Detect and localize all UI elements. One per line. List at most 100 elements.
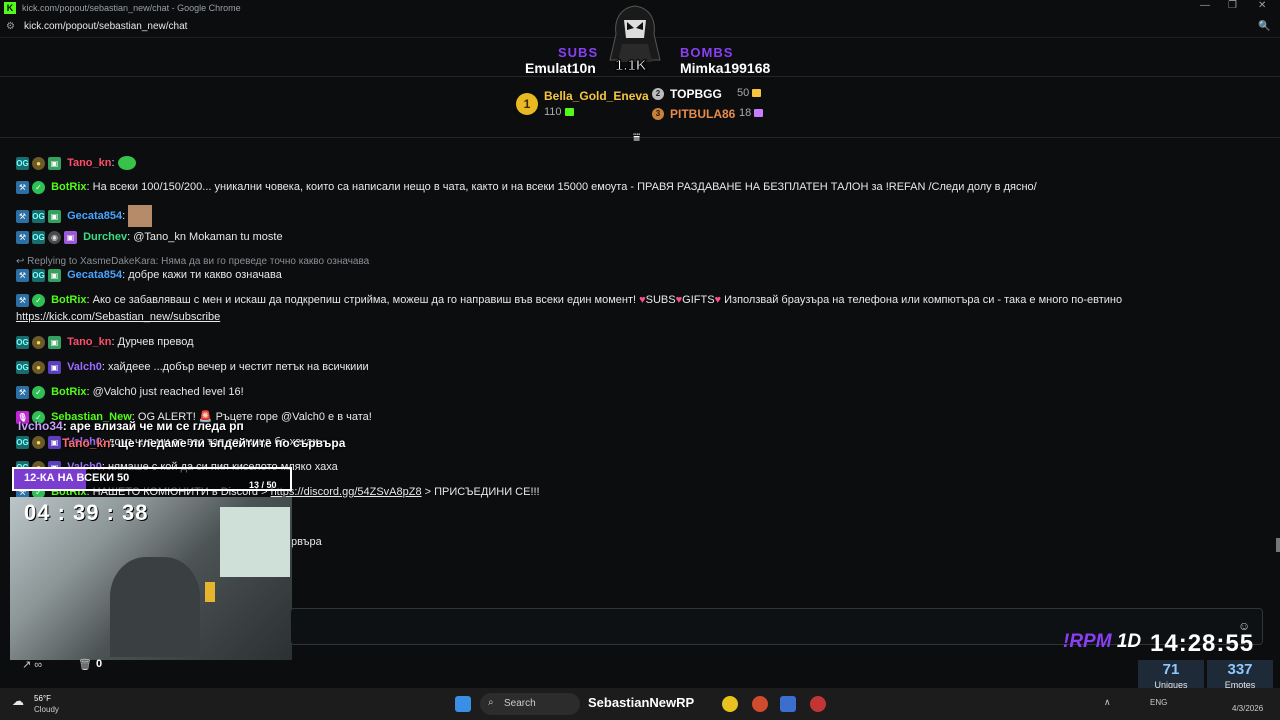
verified-bot-badge-icon: ✓ (32, 293, 45, 307)
collapse-chevron-icon[interactable]: ⩸ (633, 130, 640, 145)
sub-goal-bar: 12-КА НА ВСЕКИ 50 13 / 50 (12, 467, 292, 491)
moderator-badge-icon: ⚒ (16, 385, 29, 399)
chat-text: Използвай браузъра на телефона или компю… (724, 294, 1123, 306)
chat-message: OG ● ▣ Tano_kn: (16, 156, 136, 171)
bombs-label: BOMBS (680, 45, 734, 60)
moderator-badge-icon: ⚒ (16, 268, 29, 282)
rpm-command: !RPM 1D (1063, 631, 1142, 652)
url-text[interactable]: kick.com/popout/sebastian_new/chat (24, 21, 187, 32)
language-indicator[interactable]: ENG (1150, 698, 1167, 707)
share-icon[interactable]: ↗ ∞ (22, 658, 42, 671)
chat-message: ⚒ OG ◉ ▣ Durchev: @Tano_kn Mokaman tu moste (16, 230, 283, 244)
search-label: Search (504, 698, 536, 709)
chat-message: OG ● ▣ Valch0: хайдеее ...добър вечер и че… (16, 360, 369, 374)
chat-message-fragment: рвъра (291, 535, 322, 549)
chat-reply-context[interactable]: ↩ Replying to XasmeDakeKara: Няма да ви … (16, 254, 369, 269)
close-icon[interactable]: ✕ (1258, 0, 1266, 11)
bottle-shape (205, 582, 215, 602)
overlay-name: SebastianNewRP (588, 695, 695, 710)
gift-badge-icon: ▣ (48, 268, 61, 282)
gift-icon (752, 89, 762, 98)
last-sub-name: Emulat10n (525, 60, 596, 76)
emote-icon (117, 156, 136, 171)
gift-badge-icon: ▣ (48, 335, 61, 349)
trash-icon[interactable]: 🗑 (78, 658, 92, 671)
chat-message: ⚒ ✓ BotRix: @Valch0 just reached level 16… (16, 385, 244, 399)
chat-message: ⚒ ✓ BotRix: Ако се забавляваш с мен и иск… (16, 293, 1122, 307)
sub-badge-icon: ▣ (48, 360, 61, 374)
overlay-line: Ivcho34: аре влизай че ми се гледа рп (18, 419, 244, 433)
silver-badge-icon: ◉ (48, 230, 61, 244)
tray-chevron-icon[interactable]: ∧ (1104, 697, 1111, 708)
browser-icon[interactable] (752, 696, 768, 712)
weather-icon[interactable]: ☁ (12, 694, 24, 708)
zoom-icon[interactable]: 🔍 (1258, 21, 1270, 32)
moderator-badge-icon: ⚒ (16, 209, 29, 223)
mascot-logo: 1.1K (600, 4, 670, 75)
leader-3-name: PITBULA86 (670, 107, 736, 121)
leader-1-name: Bella_Gold_Eneva (544, 89, 649, 103)
chat-username[interactable]: BotRix (51, 181, 86, 193)
weather-temp: 56°F (34, 694, 51, 703)
og-badge-icon: OG (32, 268, 45, 282)
overlay-chat: Ivcho34: аре влизай че ми се гледа рп Ta… (18, 419, 345, 450)
scrollbar-thumb[interactable] (1276, 538, 1280, 552)
taskbar-search[interactable]: ⌕ Search (480, 693, 580, 715)
site-info-icon[interactable]: ⚙ (6, 21, 16, 32)
minimize-icon[interactable]: — (1200, 0, 1210, 11)
leader-3-score: 18 (739, 107, 764, 119)
chat-username[interactable]: Valch0 (67, 361, 102, 373)
og-badge-icon: OG (16, 335, 29, 349)
kick-favicon-icon: K (4, 2, 16, 14)
uniques-value: 71 (1162, 661, 1180, 678)
goal-label: 12-КА НА ВСЕКИ 50 (24, 472, 130, 484)
emotes-value: 337 (1227, 661, 1253, 678)
subs-word: SUBS (645, 294, 676, 306)
chrome-icon[interactable] (722, 696, 738, 712)
chat-username[interactable]: Gecata854 (67, 210, 122, 222)
heart-emote-icon: ♥ (714, 294, 722, 306)
discord-link[interactable]: https://discord.gg/54ZSvA8pZ8 (271, 486, 422, 498)
chat-username[interactable]: Gecata854 (67, 269, 122, 281)
og-badge-icon: OG (16, 360, 29, 374)
chat-text: @Tano_kn Mokaman tu moste (133, 231, 283, 243)
maximize-icon[interactable]: ❐ (1228, 0, 1237, 11)
chat-message: ⚒ OG ▣ Gecata854: добре кажи ти какво озна… (16, 268, 282, 282)
chat-text: Ако се забавляваш с мен и искаш да подкр… (92, 294, 637, 306)
rank-2-medal-icon: 2 (652, 88, 664, 100)
search-icon: ⌕ (488, 697, 494, 708)
og-badge-icon: OG (32, 230, 45, 244)
chat-username[interactable]: Tano_kn (67, 336, 111, 348)
moderator-badge-icon: ⚒ (16, 180, 29, 194)
verified-bot-badge-icon: ✓ (32, 385, 45, 399)
chat-text: Дурчев превод (117, 336, 194, 348)
app-icon[interactable] (780, 696, 796, 712)
leader-2-name: TOPBGG (670, 87, 722, 101)
last-bomb-name: Mimka199168 (680, 60, 771, 76)
chat-username[interactable]: BotRix (51, 386, 86, 398)
chat-message: OG ● ▣ Tano_kn: Дурчев превод (16, 335, 194, 349)
coin-badge-icon: ● (32, 156, 45, 170)
mascot-count: 1.1K (615, 57, 648, 75)
goal-progress-text: 13 / 50 (249, 480, 277, 490)
gift-badge-icon: ▣ (48, 209, 61, 223)
date-display[interactable]: 4/3/2026 (1232, 704, 1263, 713)
window-title: kick.com/popout/sebastian_new/chat - Goo… (22, 3, 241, 13)
chat-username[interactable]: BotRix (51, 294, 86, 306)
subscribe-link[interactable]: https://kick.com/Sebastian_new/subscribe (16, 311, 220, 323)
gift-icon (564, 108, 574, 117)
leader-2-score: 50 (737, 87, 762, 99)
og-badge-icon: OG (16, 156, 29, 170)
start-icon[interactable] (455, 696, 471, 712)
chat-username[interactable]: Tano_kn (67, 157, 111, 169)
app-icon[interactable] (810, 696, 826, 712)
chat-text: На всеки 100/150/200... уникални човека,… (92, 181, 1037, 193)
rank-3-medal-icon: 3 (652, 108, 664, 120)
clock-display: 14:28:55 (1150, 630, 1255, 657)
gift-badge-icon: ▣ (48, 156, 61, 170)
og-badge-icon: OG (32, 209, 45, 223)
gifts-word: GIFTS (682, 294, 715, 306)
chat-message: ⚒ OG ▣ Gecata854: (16, 205, 153, 227)
chat-username[interactable]: Durchev (83, 231, 127, 243)
windows-taskbar: ☁ 56°F Cloudy ⌕ Search SebastianNewRP ∧ … (0, 688, 1280, 720)
